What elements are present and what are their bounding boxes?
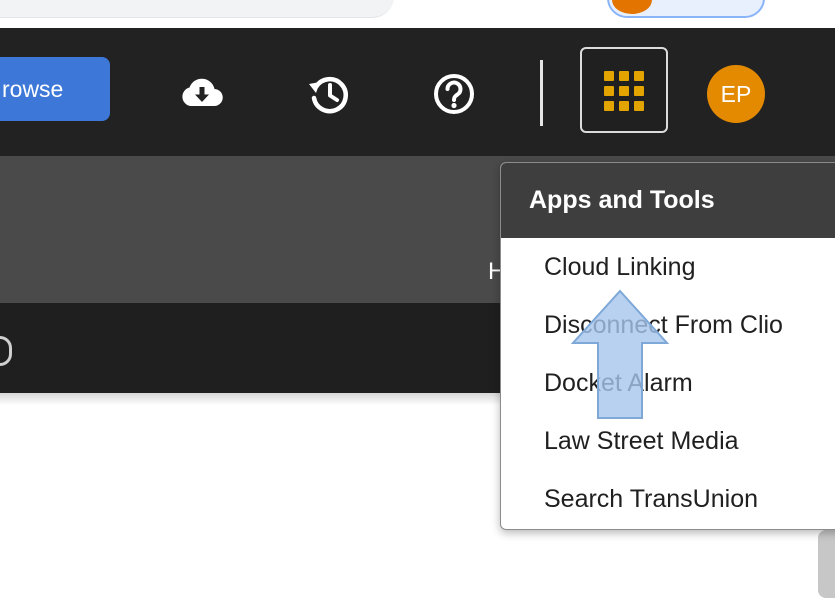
- browser-top-strip: [0, 0, 835, 28]
- menu-item-cloud-linking[interactable]: Cloud Linking: [544, 247, 696, 287]
- menu-item-search-transunion[interactable]: Search TransUnion: [544, 479, 758, 519]
- menu-item-law-street-media[interactable]: Law Street Media: [544, 421, 739, 461]
- browser-address-bar[interactable]: [0, 0, 394, 18]
- user-avatar[interactable]: EP: [707, 65, 765, 123]
- history-icon[interactable]: [306, 72, 352, 116]
- apps-and-tools-button[interactable]: [580, 47, 668, 133]
- annotation-up-arrow: [570, 289, 670, 419]
- screen: rowse EP H Apps and Tools Cloud Linking …: [0, 0, 835, 598]
- scrollbar[interactable]: [818, 530, 835, 598]
- menu-header: Apps and Tools: [501, 163, 835, 238]
- help-icon[interactable]: [430, 70, 478, 118]
- toolbar-divider: [540, 60, 543, 126]
- browse-button[interactable]: rowse: [0, 57, 110, 121]
- cloud-download-icon[interactable]: [179, 72, 225, 116]
- apps-grid-icon: [604, 71, 644, 111]
